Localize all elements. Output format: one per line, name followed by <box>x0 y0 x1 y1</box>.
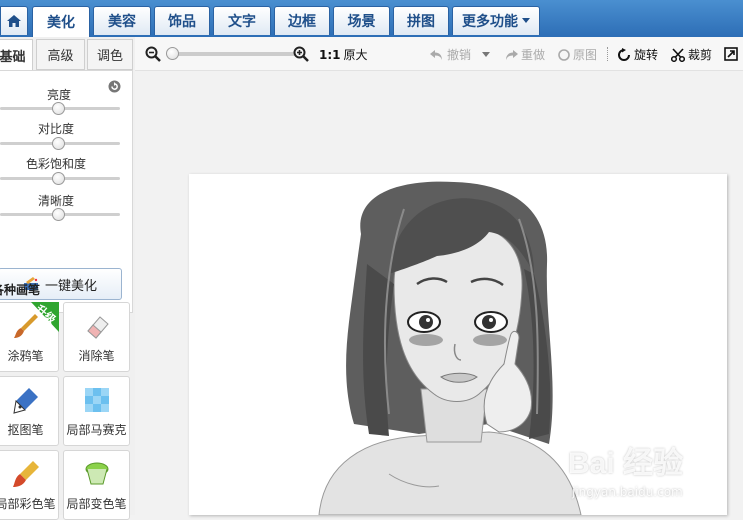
color-brush-icon <box>12 461 39 487</box>
doodle-brush-label: 涂鸦笔 <box>7 349 44 363</box>
tab-collage[interactable]: 拼图 <box>393 6 449 35</box>
zoom-in-icon[interactable] <box>293 46 309 62</box>
local-color-brush-tool[interactable]: 局部彩色笔 <box>0 450 59 520</box>
brightness-label: 亮度 <box>46 88 71 102</box>
sharpness-label: 清晰度 <box>37 194 74 208</box>
local-recolor-brush-label: 局部变色笔 <box>66 497 127 511</box>
resize-icon[interactable] <box>724 47 738 61</box>
eraser-icon <box>86 316 109 339</box>
mosaic-brush-tool[interactable]: 局部马赛克 <box>63 376 130 446</box>
undo-button[interactable]: 撤销 <box>430 46 471 63</box>
brightness-knob[interactable] <box>52 102 65 115</box>
redo-button[interactable]: 重做 <box>504 46 545 63</box>
tab-basic[interactable]: 基础 <box>0 39 33 70</box>
top-nav-bar: 美化 美容 饰品 文字 边框 场景 拼图 更多功能 <box>0 0 743 37</box>
tab-accessories[interactable]: 饰品 <box>154 6 210 35</box>
cutout-brush-tool[interactable]: 抠图笔 <box>0 376 59 446</box>
ratio-label: 1:1 <box>319 47 341 62</box>
tab-beautify[interactable]: 美化 <box>32 6 90 37</box>
sharpness-knob[interactable] <box>52 208 65 221</box>
zoom-out-icon[interactable] <box>145 46 161 62</box>
baidu-watermark: Bai 经验 <box>568 447 684 480</box>
one-key-beautify-label: 一键美化 <box>44 278 97 294</box>
home-tab[interactable] <box>0 6 28 35</box>
original-size-button[interactable]: 1:1 原大 <box>319 46 368 63</box>
cutout-brush-label: 抠图笔 <box>7 423 44 437</box>
mosaic-icon <box>84 388 109 412</box>
original-icon <box>558 48 570 61</box>
more-features-label: 更多功能 <box>462 14 518 30</box>
undo-icon <box>430 49 442 60</box>
eraser-brush-label: 消除笔 <box>78 349 115 363</box>
adjustments-panel: 亮度 对比度 色彩饱和度 清晰度 一键美化 <box>0 70 133 313</box>
tab-more-features[interactable]: 更多功能 <box>452 6 540 35</box>
toolbar-divider <box>607 47 608 61</box>
local-recolor-brush-tool[interactable]: 局部变色笔 <box>63 450 130 520</box>
tab-border[interactable]: 边框 <box>274 6 330 35</box>
chevron-down-icon <box>522 18 530 23</box>
rotate-label: 旋转 <box>634 48 659 62</box>
tab-text[interactable]: 文字 <box>213 6 271 35</box>
doodle-brush-tool[interactable]: 升级 涂鸦笔 <box>0 302 59 372</box>
original-label: 原图 <box>573 48 598 62</box>
redo-icon <box>506 49 518 60</box>
eraser-brush-tool[interactable]: 消除笔 <box>63 302 130 372</box>
contrast-label: 对比度 <box>37 122 74 136</box>
home-icon <box>7 15 21 27</box>
pen-nib-icon <box>12 388 38 414</box>
bucket-icon <box>85 462 108 485</box>
zoom-slider-knob[interactable] <box>166 47 179 60</box>
crop-label: 裁剪 <box>688 48 713 62</box>
original-size-label: 原大 <box>343 48 368 62</box>
undo-dropdown-icon[interactable] <box>482 52 490 58</box>
local-color-brush-label: 局部彩色笔 <box>0 497 56 511</box>
undo-label: 撤销 <box>447 48 472 62</box>
scissors-icon <box>671 47 685 62</box>
tab-scene[interactable]: 场景 <box>333 6 390 35</box>
left-panel: 基础 高级 调色 亮度 对比度 色彩饱和度 清晰度 一键美化 各种画笔 升级 涂… <box>0 37 135 520</box>
rotate-icon <box>618 47 630 61</box>
mosaic-brush-label: 局部马赛克 <box>66 423 127 437</box>
saturation-knob[interactable] <box>52 172 65 185</box>
saturation-label: 色彩饱和度 <box>25 157 86 171</box>
tab-color[interactable]: 调色 <box>87 39 133 70</box>
zoom-slider-track[interactable] <box>169 52 295 56</box>
crop-button[interactable]: 裁剪 <box>671 46 712 63</box>
brushes-section-title: 各种画笔 <box>0 283 41 297</box>
baidu-watermark-url: jingyan.baidu.com <box>572 485 683 499</box>
original-button[interactable]: 原图 <box>558 46 597 63</box>
canvas-toolbar: 1:1 原大 撤销 重做 原图 旋转 裁剪 <box>135 37 743 71</box>
redo-label: 重做 <box>521 48 546 62</box>
tab-advanced[interactable]: 高级 <box>36 39 85 70</box>
contrast-knob[interactable] <box>52 137 65 150</box>
rotate-button[interactable]: 旋转 <box>617 46 658 63</box>
tab-makeup[interactable]: 美容 <box>93 6 151 35</box>
